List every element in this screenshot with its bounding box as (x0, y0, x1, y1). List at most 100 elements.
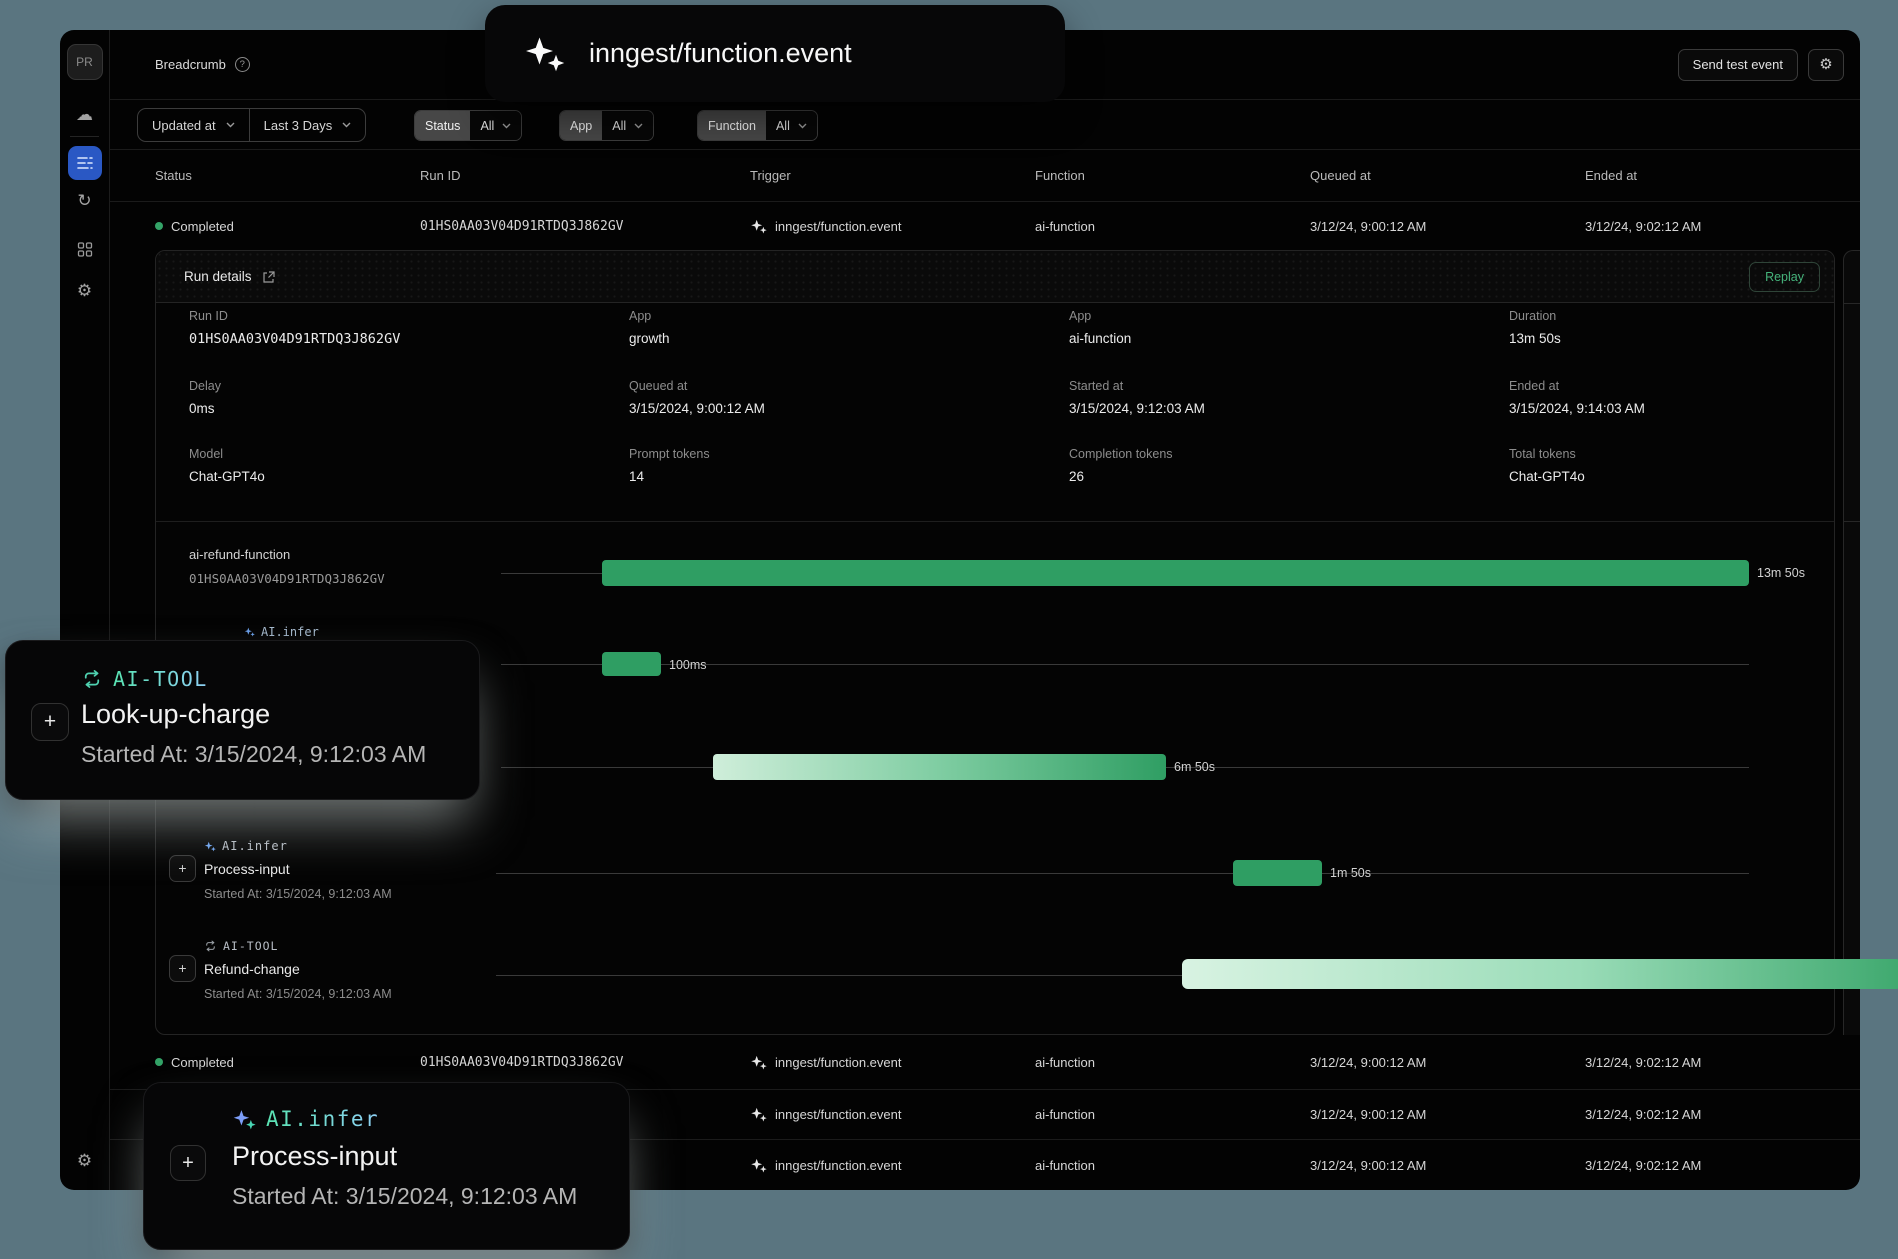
apps-grid-icon[interactable] (77, 242, 92, 257)
function-link[interactable]: ai-function (1035, 1140, 1095, 1190)
card-started-at: Started At: 3/15/2024, 9:12:03 AM (232, 1183, 577, 1210)
trace-bar-refund-change[interactable] (1182, 959, 1898, 989)
trace-bar-root[interactable] (602, 560, 1749, 586)
trace-line (496, 873, 1749, 874)
app-filter[interactable]: App All (559, 110, 654, 141)
breadcrumb-label: Breadcrumb (155, 57, 226, 72)
repeat-icon (81, 669, 103, 689)
trace-bar-1m50s[interactable] (1233, 860, 1322, 886)
panel-separator (156, 521, 1834, 522)
trigger-text: inngest/function.event (775, 1158, 901, 1173)
ai-sparkle-icon (232, 1109, 256, 1130)
function-link[interactable]: ai-function (1035, 1035, 1095, 1089)
avatar[interactable]: PR (67, 44, 103, 80)
field-run-id: Run ID 01HS0AA03V04D91RTDQ3J862GV (189, 309, 609, 347)
field-prompt-tokens: Prompt tokens 14 (629, 447, 1049, 484)
ended-at: 3/12/24, 9:02:12 AM (1585, 1140, 1701, 1190)
trace-root-run-id: 01HS0AA03V04D91RTDQ3J862GV (189, 571, 385, 586)
inngest-sparkle-icon (750, 1055, 767, 1070)
expand-step-button[interactable]: + (169, 855, 196, 882)
bar-duration-label: 1m 50s (1330, 866, 1371, 880)
header-gear-button[interactable]: ⚙ (1808, 49, 1844, 81)
trigger-text: inngest/function.event (775, 1107, 901, 1122)
field-app-2: App ai-function (1069, 309, 1489, 346)
table-header: Status Run ID Trigger Function Queued at… (110, 150, 1860, 202)
inngest-sparkle-icon (523, 36, 565, 72)
bar-duration-label: 100ms (669, 658, 707, 672)
filter-bar: Updated at Last 3 Days Status All (110, 100, 1860, 150)
step-card-process-input: AI.infer + Process-input Started At: 3/1… (143, 1082, 630, 1250)
step-started-at: Started At: 3/15/2024, 9:12:03 AM (204, 987, 392, 1001)
trace-line (496, 975, 1182, 976)
date-range-select[interactable]: Last 3 Days (249, 109, 366, 141)
function-link[interactable]: ai-function (1035, 1090, 1095, 1139)
runs-list-icon (77, 156, 93, 170)
trace-bar-100ms[interactable] (602, 652, 661, 676)
send-test-event-button[interactable]: Send test event (1678, 49, 1798, 81)
breadcrumb: Breadcrumb ? (155, 57, 250, 72)
expand-step-button[interactable]: + (170, 1145, 206, 1181)
help-icon[interactable]: ? (235, 57, 250, 72)
step-badge-ai-infer: AI.infer (204, 839, 288, 853)
col-header-status: Status (155, 150, 192, 202)
field-total-tokens: Total tokens Chat-GPT4o (1509, 447, 1898, 484)
sidebar-item-runs-active[interactable] (68, 146, 102, 180)
col-header-run-id: Run ID (420, 150, 460, 202)
trace-line (501, 573, 602, 574)
card-title: Process-input (232, 1141, 397, 1172)
inngest-sparkle-icon (750, 1158, 767, 1173)
queued-at: 3/12/24, 9:00:12 AM (1310, 202, 1426, 250)
trace-bar-6m50s[interactable] (713, 754, 1166, 780)
queued-at: 3/12/24, 9:00:12 AM (1310, 1090, 1426, 1139)
external-link-icon[interactable] (262, 271, 275, 284)
growth-link[interactable]: growth (629, 331, 1049, 346)
status-text: Completed (171, 1055, 234, 1070)
bar-duration-label: 6m 50s (1174, 760, 1215, 774)
card-badge: AI.infer (232, 1107, 379, 1131)
sidebar-divider (70, 136, 99, 137)
function-filter[interactable]: Function All (697, 110, 818, 141)
next-panel-edge (1843, 250, 1860, 1035)
trigger-text: inngest/function.event (775, 219, 901, 234)
function-link[interactable]: ai-function (1035, 202, 1095, 250)
table-row[interactable]: Completed 01HS0AA03V04D91RTDQ3J862GV inn… (110, 202, 1860, 250)
col-header-trigger: Trigger (750, 150, 791, 202)
ended-at: 3/12/24, 9:02:12 AM (1585, 202, 1701, 250)
col-header-queued-at: Queued at (1310, 150, 1371, 202)
field-app: App growth (629, 309, 1049, 346)
status-filter[interactable]: Status All (414, 110, 522, 141)
ai-sparkle-icon (204, 841, 216, 852)
event-tooltip: inngest/function.event (485, 5, 1065, 102)
step-started-at: Started At: 3/15/2024, 9:12:03 AM (204, 887, 392, 901)
sort-by-select[interactable]: Updated at (138, 109, 249, 141)
step-badge-ai-tool: AI-TOOL (204, 939, 278, 953)
inngest-sparkle-icon (750, 1107, 767, 1122)
trace-root-name: ai-refund-function (189, 547, 290, 562)
run-details-title: Run details (184, 251, 275, 303)
inngest-sparkle-icon (750, 219, 767, 234)
field-model: Model Chat-GPT4o (189, 447, 609, 484)
settings-gear-icon[interactable]: ⚙ (77, 282, 92, 299)
cloud-icon[interactable]: ☁ (76, 106, 93, 123)
ai-function-link[interactable]: ai-function (1069, 331, 1489, 346)
field-delay: Delay 0ms (189, 379, 609, 416)
expand-step-button[interactable]: + (169, 955, 196, 982)
col-header-function: Function (1035, 150, 1085, 202)
trigger-text: inngest/function.event (775, 1055, 901, 1070)
field-started-at: Started at 3/15/2024, 9:12:03 AM (1069, 379, 1489, 416)
replay-button[interactable]: Replay (1749, 262, 1820, 292)
bar-duration-label: 13m 50s (1757, 566, 1805, 580)
run-id: 01HS0AA03V04D91RTDQ3J862GV (420, 202, 624, 250)
step-name: Refund-change (204, 961, 300, 977)
bottom-gear-icon[interactable]: ⚙ (77, 1152, 92, 1169)
chevron-down-icon (226, 122, 235, 128)
screenshot-canvas: PR ☁ ↻ (0, 0, 1898, 1259)
field-duration: Duration 13m 50s (1509, 309, 1898, 346)
card-badge: AI-TOOL (81, 667, 208, 691)
refresh-icon[interactable]: ↻ (77, 192, 91, 209)
field-ended-at: Ended at 3/15/2024, 9:14:03 AM (1509, 379, 1898, 416)
field-completion-tokens: Completion tokens 26 (1069, 447, 1489, 484)
chevron-down-icon (634, 123, 643, 129)
card-started-at: Started At: 3/15/2024, 9:12:03 AM (81, 741, 426, 768)
expand-step-button[interactable]: + (31, 703, 69, 741)
